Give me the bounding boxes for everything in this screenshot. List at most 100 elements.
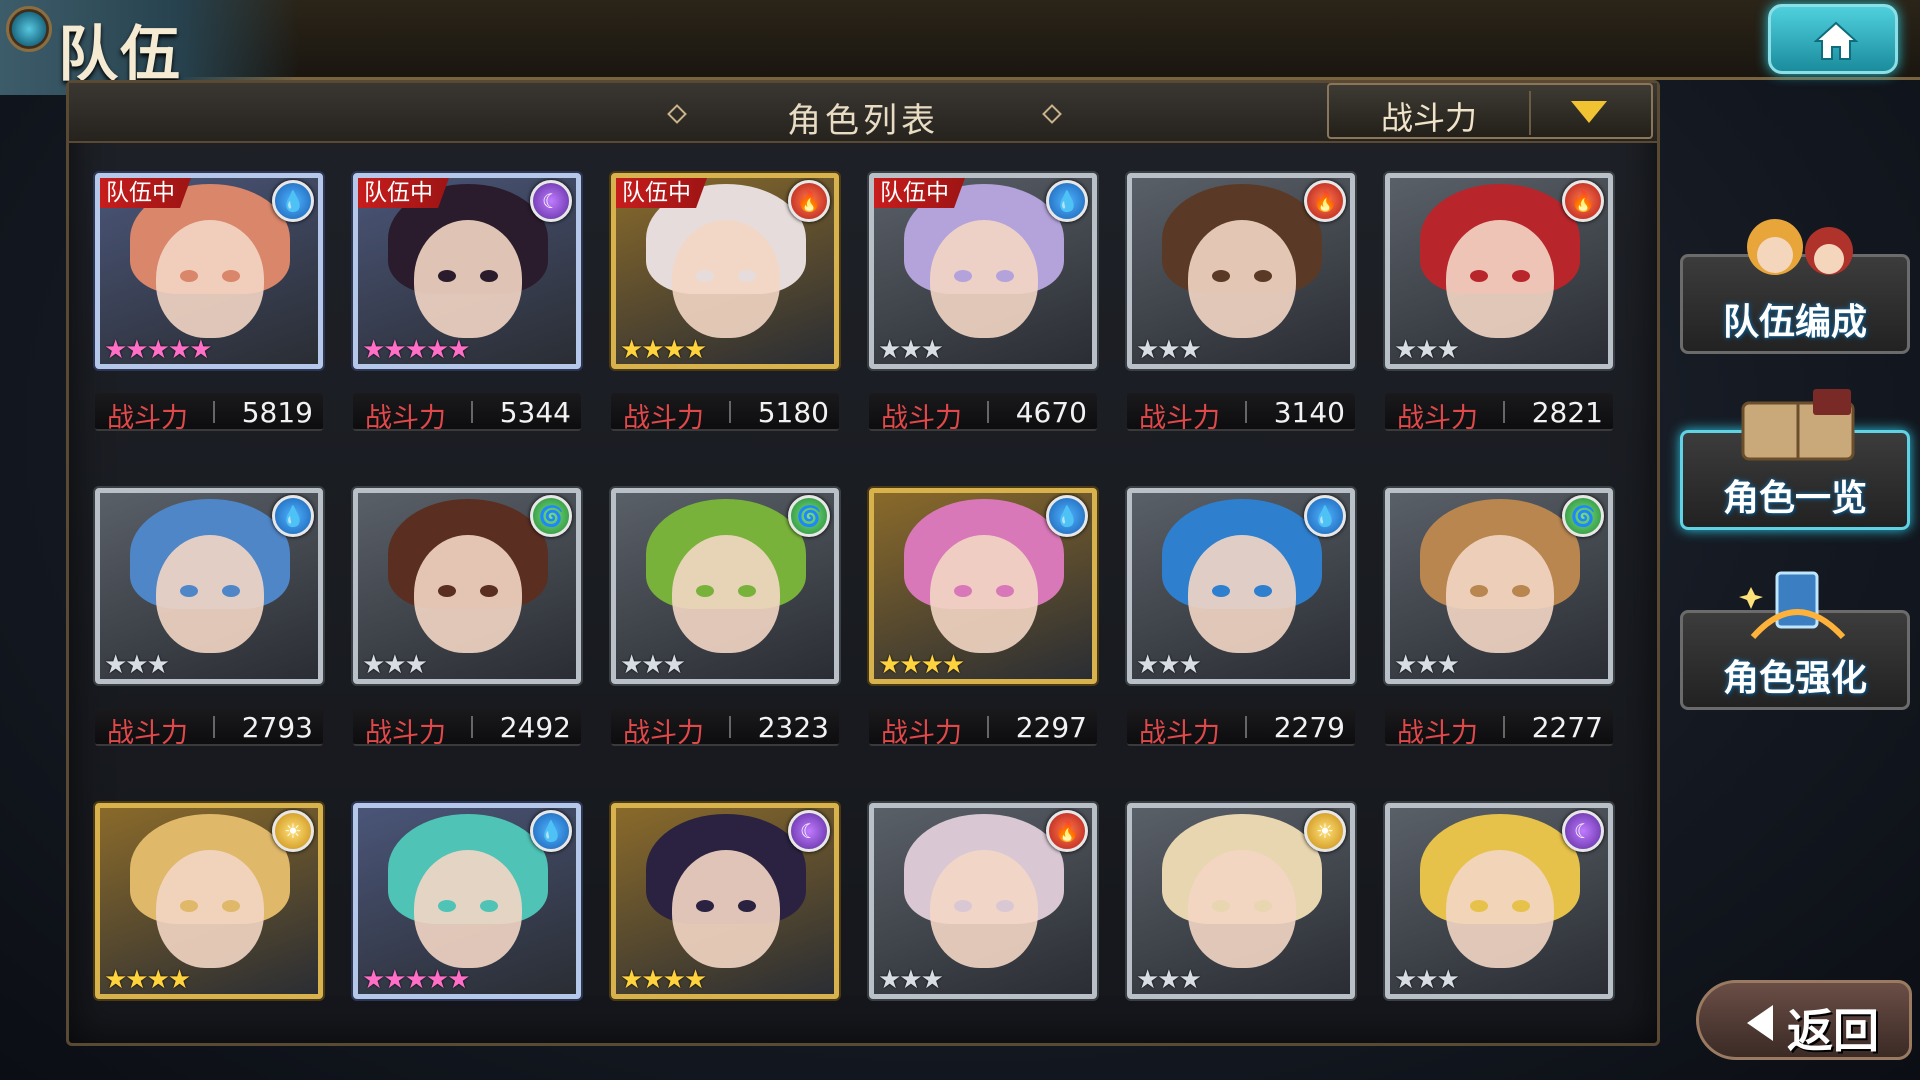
character-card[interactable]: 💧 ★★★ xyxy=(1127,488,1355,684)
power-divider xyxy=(1503,716,1505,738)
wind-element-icon: 🌀 xyxy=(788,495,830,537)
power-bar: 战斗力 2279 xyxy=(1127,708,1355,749)
fire-element-icon: 🔥 xyxy=(788,180,830,222)
in-team-badge: 队伍中 xyxy=(100,178,191,208)
power-value: 2793 xyxy=(241,711,313,744)
character-card[interactable]: 🌀 ★★★ xyxy=(611,488,839,684)
home-icon xyxy=(1814,21,1858,60)
rarity-stars: ★★★ xyxy=(1394,650,1460,680)
character-card[interactable]: ☾ ★★★ xyxy=(1385,803,1613,999)
rarity-stars: ★★★ xyxy=(878,965,944,995)
rarity-stars: ★★★ xyxy=(1394,965,1460,995)
power-bar: 战斗力 5819 xyxy=(95,393,323,434)
power-label: 战斗力 xyxy=(623,403,704,434)
power-divider xyxy=(471,716,473,738)
fire-element-icon: 🔥 xyxy=(1304,180,1346,222)
panel-header: 角色列表 战斗力 xyxy=(69,83,1657,143)
character-card[interactable]: ☀ ★★★★ xyxy=(95,803,323,999)
team-edit-label: 队伍编成 xyxy=(1722,302,1867,343)
power-value: 2277 xyxy=(1531,711,1603,744)
power-value: 5180 xyxy=(757,396,829,429)
character-enhance-button[interactable]: 角色强化 xyxy=(1680,571,1910,710)
power-label: 战斗力 xyxy=(365,718,446,749)
sort-dropdown[interactable]: 战斗力 xyxy=(1327,83,1653,139)
power-value: 2821 xyxy=(1531,396,1603,429)
character-card[interactable]: 🔥 ★★★ xyxy=(1385,173,1613,369)
power-label: 战斗力 xyxy=(107,403,188,434)
power-divider xyxy=(1245,401,1247,423)
power-label: 战斗力 xyxy=(623,718,704,749)
home-button[interactable] xyxy=(1768,4,1898,74)
character-card[interactable]: ☀ ★★★ xyxy=(1127,803,1355,999)
rarity-stars: ★★★ xyxy=(362,650,428,680)
character-card[interactable]: ☾ ★★★★ xyxy=(611,803,839,999)
power-bar: 战斗力 2821 xyxy=(1385,393,1613,434)
dark-element-icon: ☾ xyxy=(530,180,572,222)
rarity-stars: ★★★ xyxy=(1136,965,1202,995)
rarity-stars: ★★★★ xyxy=(620,965,707,995)
power-value: 2323 xyxy=(757,711,829,744)
power-value: 2492 xyxy=(499,711,571,744)
character-card[interactable]: 🌀 ★★★ xyxy=(353,488,581,684)
rarity-stars: ★★★ xyxy=(1394,335,1460,365)
character-card[interactable]: 💧 ★★★ xyxy=(95,488,323,684)
power-value: 5819 xyxy=(241,396,313,429)
chevron-down-icon[interactable] xyxy=(1571,101,1607,123)
character-card[interactable]: 🔥 ★★★ xyxy=(869,803,1097,999)
rarity-stars: ★★★★★ xyxy=(362,965,471,995)
power-bar: 战斗力 2297 xyxy=(869,708,1097,749)
power-value: 3140 xyxy=(1273,396,1345,429)
character-card[interactable]: 🔥 ★★★ xyxy=(1127,173,1355,369)
gear-icon xyxy=(6,6,52,52)
character-card[interactable]: 队伍中 🔥 ★★★★ xyxy=(611,173,839,369)
character-enhance-label: 角色强化 xyxy=(1722,658,1867,699)
rarity-stars: ★★★ xyxy=(1136,335,1202,365)
power-divider xyxy=(987,401,989,423)
power-divider xyxy=(1503,401,1505,423)
rarity-stars: ★★★ xyxy=(104,650,170,680)
water-element-icon: 💧 xyxy=(1046,180,1088,222)
water-element-icon: 💧 xyxy=(1304,495,1346,537)
power-value: 5344 xyxy=(499,396,571,429)
power-bar: 战斗力 5180 xyxy=(611,393,839,434)
rarity-stars: ★★★ xyxy=(1136,650,1202,680)
character-card[interactable]: 🌀 ★★★ xyxy=(1385,488,1613,684)
water-element-icon: 💧 xyxy=(1046,495,1088,537)
characters-icon xyxy=(1747,219,1853,275)
sort-label: 战斗力 xyxy=(1380,99,1477,137)
rarity-stars: ★★★★ xyxy=(620,335,707,365)
power-value: 2279 xyxy=(1273,711,1345,744)
character-card[interactable]: 💧 ★★★★ xyxy=(869,488,1097,684)
rarity-stars: ★★★ xyxy=(878,335,944,365)
character-list-button[interactable]: 角色一览 xyxy=(1680,389,1910,530)
power-divider xyxy=(213,401,215,423)
back-arrow-icon xyxy=(1747,1005,1773,1041)
power-label: 战斗力 xyxy=(1397,403,1478,434)
power-label: 战斗力 xyxy=(365,403,446,434)
back-label: 返回 xyxy=(1787,1004,1879,1058)
in-team-badge: 队伍中 xyxy=(874,178,965,208)
power-bar: 战斗力 2492 xyxy=(353,708,581,749)
power-label: 战斗力 xyxy=(1139,403,1220,434)
fire-element-icon: 🔥 xyxy=(1046,810,1088,852)
character-card[interactable]: 💧 ★★★★★ xyxy=(353,803,581,999)
team-edit-button[interactable]: 队伍编成 xyxy=(1680,219,1910,354)
light-element-icon: ☀ xyxy=(1304,810,1346,852)
rarity-stars: ★★★★★ xyxy=(362,335,471,365)
power-label: 战斗力 xyxy=(1397,718,1478,749)
water-element-icon: 💧 xyxy=(272,495,314,537)
back-button[interactable]: 返回 xyxy=(1696,980,1912,1060)
wind-element-icon: 🌀 xyxy=(1562,495,1604,537)
character-card[interactable]: 队伍中 💧 ★★★ xyxy=(869,173,1097,369)
power-bar: 战斗力 4670 xyxy=(869,393,1097,434)
top-bar: 队伍 xyxy=(0,0,1920,95)
light-element-icon: ☀ xyxy=(272,810,314,852)
power-bar: 战斗力 2793 xyxy=(95,708,323,749)
power-bar: 战斗力 2277 xyxy=(1385,708,1613,749)
fire-element-icon: 🔥 xyxy=(1562,180,1604,222)
character-card[interactable]: 队伍中 💧 ★★★★★ xyxy=(95,173,323,369)
character-card[interactable]: 队伍中 ☾ ★★★★★ xyxy=(353,173,581,369)
sort-divider xyxy=(1529,91,1531,135)
power-bar: 战斗力 2323 xyxy=(611,708,839,749)
wind-element-icon: 🌀 xyxy=(530,495,572,537)
